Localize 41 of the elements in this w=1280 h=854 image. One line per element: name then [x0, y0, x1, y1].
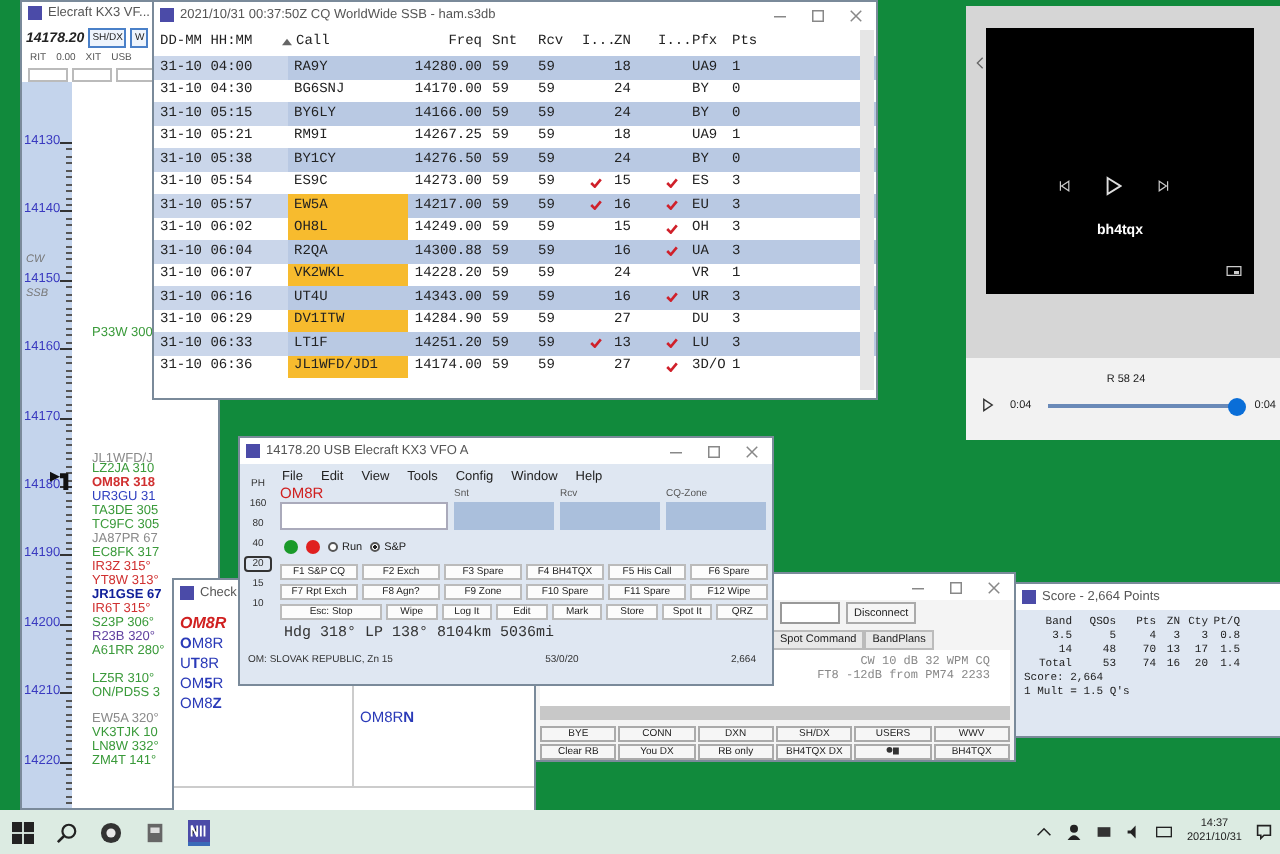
chevron-up-icon[interactable] — [1036, 824, 1053, 840]
app-icon — [1022, 590, 1036, 604]
input-field[interactable] — [666, 502, 766, 530]
maximize-icon[interactable] — [812, 9, 824, 21]
search-icon[interactable] — [56, 821, 78, 843]
command-field[interactable] — [780, 602, 840, 624]
previous-icon[interactable] — [1058, 180, 1070, 192]
keyboard-icon[interactable] — [1156, 824, 1173, 840]
input-field[interactable] — [560, 502, 660, 530]
notification-icon[interactable] — [1256, 824, 1272, 840]
scrollbar[interactable] — [860, 30, 874, 390]
scrollbar[interactable] — [540, 706, 1010, 720]
app-icon — [180, 586, 194, 600]
sort-icon — [282, 38, 292, 46]
start-icon[interactable] — [12, 821, 34, 843]
call-field[interactable] — [280, 502, 448, 530]
app-icon — [28, 6, 42, 20]
play-icon[interactable] — [982, 398, 994, 412]
app-icon — [246, 444, 260, 458]
status-dot — [306, 540, 320, 554]
network-icon[interactable] — [1096, 824, 1113, 840]
status-dot — [284, 540, 298, 554]
app-icon[interactable] — [188, 819, 210, 845]
people-icon — [885, 746, 900, 756]
checked-call: OM8R — [180, 614, 227, 632]
close-icon[interactable] — [850, 9, 862, 21]
close-icon[interactable] — [746, 445, 758, 457]
maximize-icon[interactable] — [708, 445, 720, 457]
command-button[interactable] — [854, 744, 932, 760]
maximize-icon[interactable] — [950, 581, 962, 593]
status-field — [28, 68, 68, 82]
back-icon[interactable] — [976, 56, 984, 70]
app-icon[interactable] — [144, 821, 166, 843]
app-icon[interactable] — [100, 821, 122, 843]
close-icon[interactable] — [988, 581, 1000, 593]
input-field[interactable] — [454, 502, 554, 530]
person-icon[interactable] — [1066, 824, 1083, 840]
miniview-icon[interactable] — [1226, 266, 1242, 276]
next-icon[interactable] — [1158, 180, 1170, 192]
app-icon — [160, 8, 174, 22]
status-field — [72, 68, 112, 82]
